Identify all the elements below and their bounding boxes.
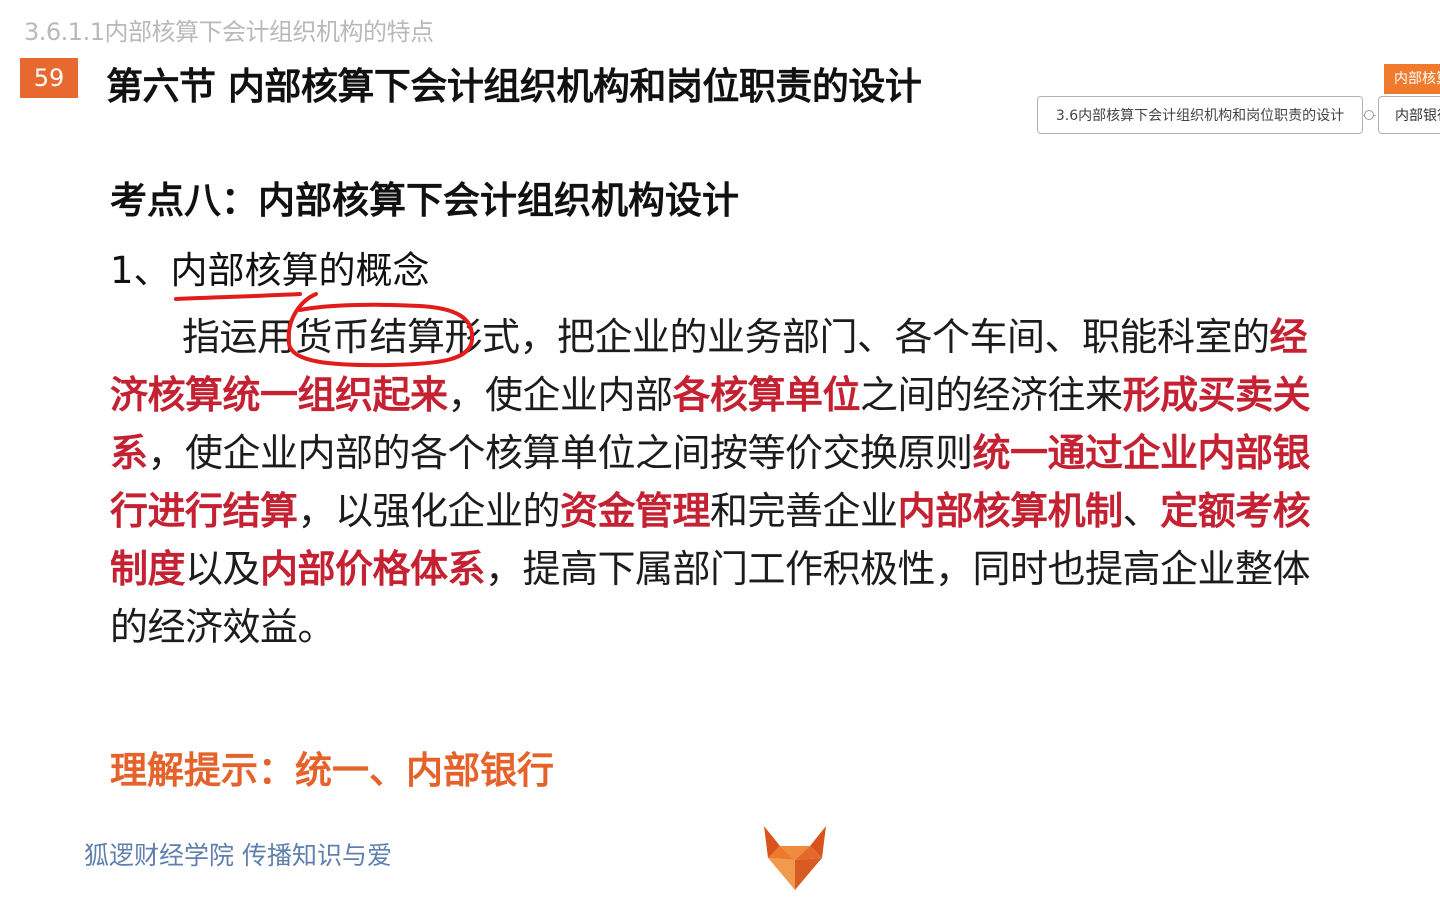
mindmap-collapse-toggle[interactable]: [1364, 110, 1374, 120]
footer-slogan: 狐逻财经学院 传播知识与爱: [84, 841, 392, 870]
mindmap-node[interactable]: 3.6内部核算下会计组织机构和岗位职责的设计: [1037, 96, 1363, 134]
understanding-hint: 理解提示：统一、内部银行: [110, 749, 554, 792]
paragraph-text: ，以强化企业的: [297, 489, 561, 533]
key-point-title: 考点八：内部核算下会计组织机构设计: [110, 179, 739, 222]
mindmap-orange-node[interactable]: 内部核算: [1384, 64, 1440, 94]
paragraph-text: ，使企业内部的各个核算单位之间按等价交换原则: [147, 431, 974, 475]
highlight-phrase: 各核算单位: [672, 373, 861, 417]
paragraph-text: 指运用货币结算形式，把企业的业务部门、各个车间、职能科室的: [182, 315, 1270, 359]
paragraph-text: 、: [1122, 489, 1161, 533]
paragraph-text: ，使企业内部: [447, 373, 674, 417]
page-number-badge: 59: [20, 58, 78, 98]
mindmap-child-node[interactable]: 内部银行: [1378, 96, 1440, 134]
breadcrumb: 3.6.1.1内部核算下会计组织机构的特点: [24, 18, 434, 46]
section-title: 第六节 内部核算下会计组织机构和岗位职责的设计: [106, 65, 922, 108]
annotation-underline: [174, 292, 302, 301]
paragraph-text: 和完善企业: [710, 489, 898, 533]
highlight-phrase: 内部核算机制: [897, 489, 1124, 533]
concept-title: 1、内部核算的概念: [110, 249, 430, 292]
paragraph-text: 之间的经济往来: [860, 373, 1123, 417]
fox-logo-icon: [764, 826, 826, 890]
paragraph-text: 以及: [185, 547, 261, 591]
concept-paragraph: 指运用货币结算形式，把企业的业务部门、各个车间、职能科室的经济核算统一组织起来，…: [110, 308, 1320, 656]
highlight-phrase: 资金管理: [560, 489, 711, 533]
highlight-phrase: 内部价格体系: [260, 547, 486, 591]
